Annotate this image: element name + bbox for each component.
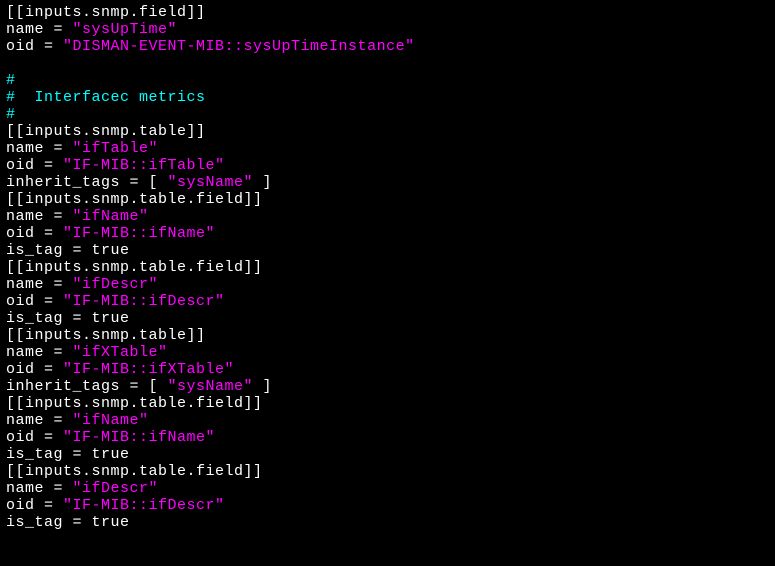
code-segment: [[inputs.snmp.table]] [6,327,206,344]
code-segment: [[inputs.snmp.table.field]] [6,191,263,208]
code-segment: oid = [6,497,63,514]
code-segment: oid = [6,293,63,310]
code-segment: inherit_tags = [ [6,378,168,395]
code-line: [[inputs.snmp.table.field]] [6,259,263,276]
code-line: name = "ifXTable" [6,344,168,361]
code-segment: "ifTable" [73,140,159,157]
code-segment: "ifDescr" [73,276,159,293]
code-segment: "sysUpTime" [73,21,178,38]
code-segment: oid = [6,361,63,378]
code-segment: "ifName" [73,412,149,429]
code-segment: name = [6,21,73,38]
code-segment: name = [6,140,73,157]
code-line: oid = "IF-MIB::ifName" [6,225,215,242]
code-segment: oid = [6,157,63,174]
code-line: [[inputs.snmp.table.field]] [6,191,263,208]
code-segment: [[inputs.snmp.table.field]] [6,463,263,480]
code-segment: oid = [6,38,63,55]
code-segment: "IF-MIB::ifName" [63,225,215,242]
code-line: oid = "IF-MIB::ifName" [6,429,215,446]
code-line: oid = "IF-MIB::ifDescr" [6,497,225,514]
code-segment: is_tag = true [6,514,130,531]
code-segment: # [6,72,16,89]
code-segment: "ifXTable" [73,344,168,361]
code-segment: ] [253,378,272,395]
code-line: name = "ifDescr" [6,276,158,293]
code-segment: "sysName" [168,378,254,395]
code-segment: name = [6,412,73,429]
code-line: is_tag = true [6,446,130,463]
code-line: [[inputs.snmp.table.field]] [6,463,263,480]
code-line: is_tag = true [6,242,130,259]
code-line: [[inputs.snmp.field]] [6,4,206,21]
code-segment: name = [6,344,73,361]
code-segment: oid = [6,225,63,242]
code-segment: "ifDescr" [73,480,159,497]
code-segment: is_tag = true [6,310,130,327]
code-segment: [[inputs.snmp.table.field]] [6,395,263,412]
code-line: oid = "IF-MIB::ifTable" [6,157,225,174]
code-segment: name = [6,276,73,293]
code-segment: "IF-MIB::ifName" [63,429,215,446]
code-segment: "IF-MIB::ifDescr" [63,293,225,310]
code-segment: oid = [6,429,63,446]
code-segment: [[inputs.snmp.table.field]] [6,259,263,276]
code-line: inherit_tags = [ "sysName" ] [6,174,272,191]
code-segment: name = [6,208,73,225]
code-line: oid = "DISMAN-EVENT-MIB::sysUpTimeInstan… [6,38,415,55]
terminal-output: [[inputs.snmp.field]] name = "sysUpTime"… [0,0,775,535]
code-line: name = "ifDescr" [6,480,158,497]
code-segment: "sysName" [168,174,254,191]
code-segment: "ifName" [73,208,149,225]
code-segment: "IF-MIB::ifDescr" [63,497,225,514]
code-line: name = "ifTable" [6,140,158,157]
code-segment: is_tag = true [6,242,130,259]
code-line: name = "ifName" [6,412,149,429]
code-line: [[inputs.snmp.table]] [6,327,206,344]
code-segment: ] [253,174,272,191]
code-line: name = "ifName" [6,208,149,225]
code-line: name = "sysUpTime" [6,21,177,38]
code-segment: [[inputs.snmp.field]] [6,4,206,21]
code-segment: inherit_tags = [ [6,174,168,191]
code-segment: [[inputs.snmp.table]] [6,123,206,140]
code-segment: name = [6,480,73,497]
code-line: is_tag = true [6,310,130,327]
code-line: [[inputs.snmp.table.field]] [6,395,263,412]
code-line: # [6,72,16,89]
code-line: inherit_tags = [ "sysName" ] [6,378,272,395]
code-line: is_tag = true [6,514,130,531]
code-line: [[inputs.snmp.table]] [6,123,206,140]
code-line: oid = "IF-MIB::ifXTable" [6,361,234,378]
code-segment: # [6,106,16,123]
code-line: # [6,106,16,123]
code-line: # Interfacec metrics [6,89,206,106]
code-segment: # Interfacec metrics [6,89,206,106]
code-segment: "IF-MIB::ifTable" [63,157,225,174]
code-line: oid = "IF-MIB::ifDescr" [6,293,225,310]
code-segment: "DISMAN-EVENT-MIB::sysUpTimeInstance" [63,38,415,55]
code-segment: "IF-MIB::ifXTable" [63,361,234,378]
code-segment: is_tag = true [6,446,130,463]
